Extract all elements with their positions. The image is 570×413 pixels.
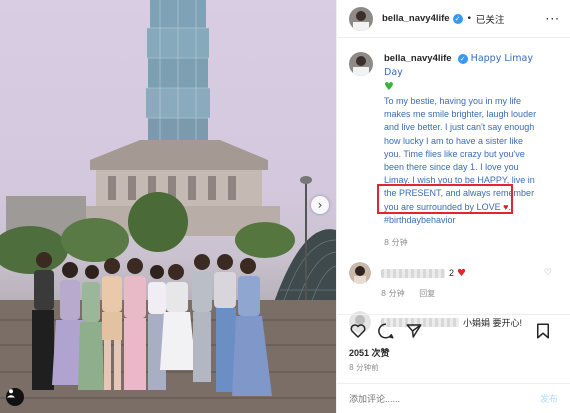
green-heart-icon: ♥	[384, 80, 394, 93]
caption-line: how lucky I am to have a sister like	[384, 135, 524, 146]
comment-time: 8 分钟	[381, 289, 405, 299]
caption-line: been there since day 1. I love you	[384, 162, 519, 173]
caption-line: To my bestie, having you in my life	[384, 96, 522, 106]
caption-line: and live better. I just can't say enough	[384, 122, 535, 133]
post-comment-button[interactable]: 发布	[540, 392, 558, 405]
bookmark-icon[interactable]	[534, 322, 552, 340]
more-options-button[interactable]: ···	[546, 12, 560, 26]
comment-text: 2	[449, 268, 455, 279]
verified-icon: ✓	[457, 54, 468, 64]
hashtag-link[interactable]: #birthdaybehavior	[384, 214, 547, 227]
heart-icon[interactable]	[349, 322, 367, 340]
tagged-people-tag-icon[interactable]	[6, 388, 24, 406]
comment-meta: 8 分钟 回复	[381, 288, 562, 299]
author-avatar[interactable]	[349, 6, 373, 31]
comment-input[interactable]	[349, 393, 540, 404]
caption-time: 8 分钟	[384, 238, 408, 248]
header-separator: •	[466, 13, 472, 24]
caption-avatar[interactable]	[349, 52, 373, 76]
caption-heading: bella_navy4life ✓ Happy Limay Day ♥	[384, 52, 547, 95]
post-photo[interactable]: ›	[0, 0, 336, 413]
blurred-username	[381, 268, 445, 278]
likes-count[interactable]: 2051 次赞	[349, 346, 390, 359]
add-comment-bar: 发布	[337, 383, 570, 413]
caption: bella_navy4life ✓ Happy Limay Day ♥ To m…	[349, 52, 562, 248]
caption-username[interactable]: bella_navy4life	[384, 53, 452, 64]
next-photo-chevron-right-icon[interactable]: ›	[311, 196, 329, 214]
follow-button[interactable]: 已关注	[476, 12, 505, 26]
post-header: bella_navy4life ✓ • 已关注 ···	[337, 0, 570, 38]
share-icon[interactable]	[405, 322, 423, 340]
reply-button[interactable]: 回复	[419, 289, 435, 298]
author-username[interactable]: bella_navy4life	[382, 13, 450, 24]
comment-item: 2 ♥ ♡	[349, 262, 562, 285]
commenter-avatar[interactable]	[349, 262, 371, 285]
photo-illustration	[0, 0, 336, 413]
verified-icon: ✓	[452, 13, 463, 24]
caption-line: makes me smile brighter, laugh louder	[384, 109, 537, 120]
caption-line: you. Time flies like crazy but you've	[384, 148, 525, 159]
action-bar	[337, 314, 570, 340]
red-heart-icon: ♥	[457, 267, 466, 279]
caption-highlight-box	[377, 184, 513, 214]
comment-icon[interactable]	[377, 322, 395, 340]
comment-like-heart-icon[interactable]: ♡	[544, 268, 552, 278]
post-timestamp: 8 分钟前	[349, 363, 379, 372]
